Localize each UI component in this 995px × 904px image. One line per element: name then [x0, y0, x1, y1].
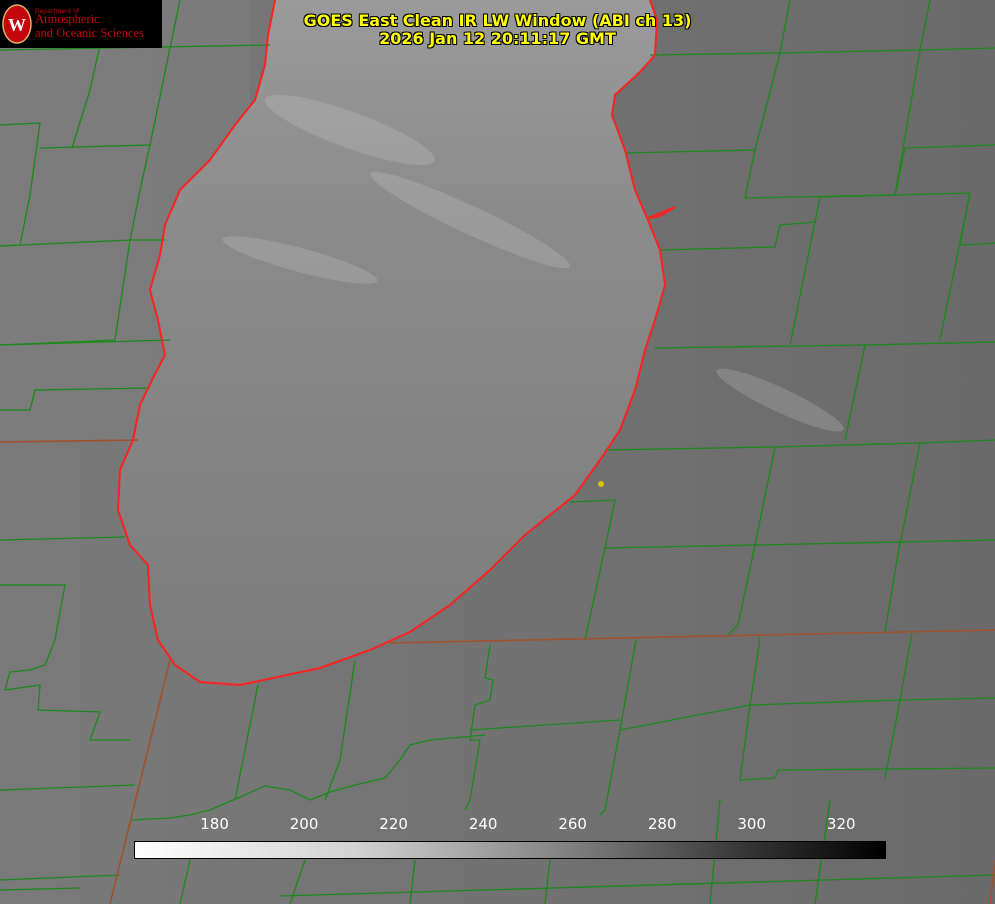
- colorbar-tick-240: 240: [468, 815, 498, 833]
- colorbar-tick-260: 260: [558, 815, 587, 833]
- location-marker: [598, 481, 604, 487]
- colorbar-tick-180: 180: [200, 815, 229, 833]
- title-line-1: GOES East Clean IR LW Window (ABI ch 13): [303, 11, 692, 30]
- colorbar-tick-300: 300: [737, 815, 767, 833]
- map-canvas: [0, 0, 995, 904]
- satellite-map: W Department of Atmospheric and Oceanic …: [0, 0, 995, 904]
- colorbar-tick-320: 320: [826, 815, 856, 833]
- title-line-2: 2026 Jan 12 20:11:17 GMT: [379, 29, 616, 48]
- colorbar-tick-220: 220: [379, 815, 408, 833]
- colorbar: [134, 841, 886, 859]
- map-title: GOES East Clean IR LW Window (ABI ch 13)…: [0, 12, 995, 48]
- colorbar-tick-280: 280: [647, 815, 677, 833]
- colorbar-tick-200: 200: [289, 815, 319, 833]
